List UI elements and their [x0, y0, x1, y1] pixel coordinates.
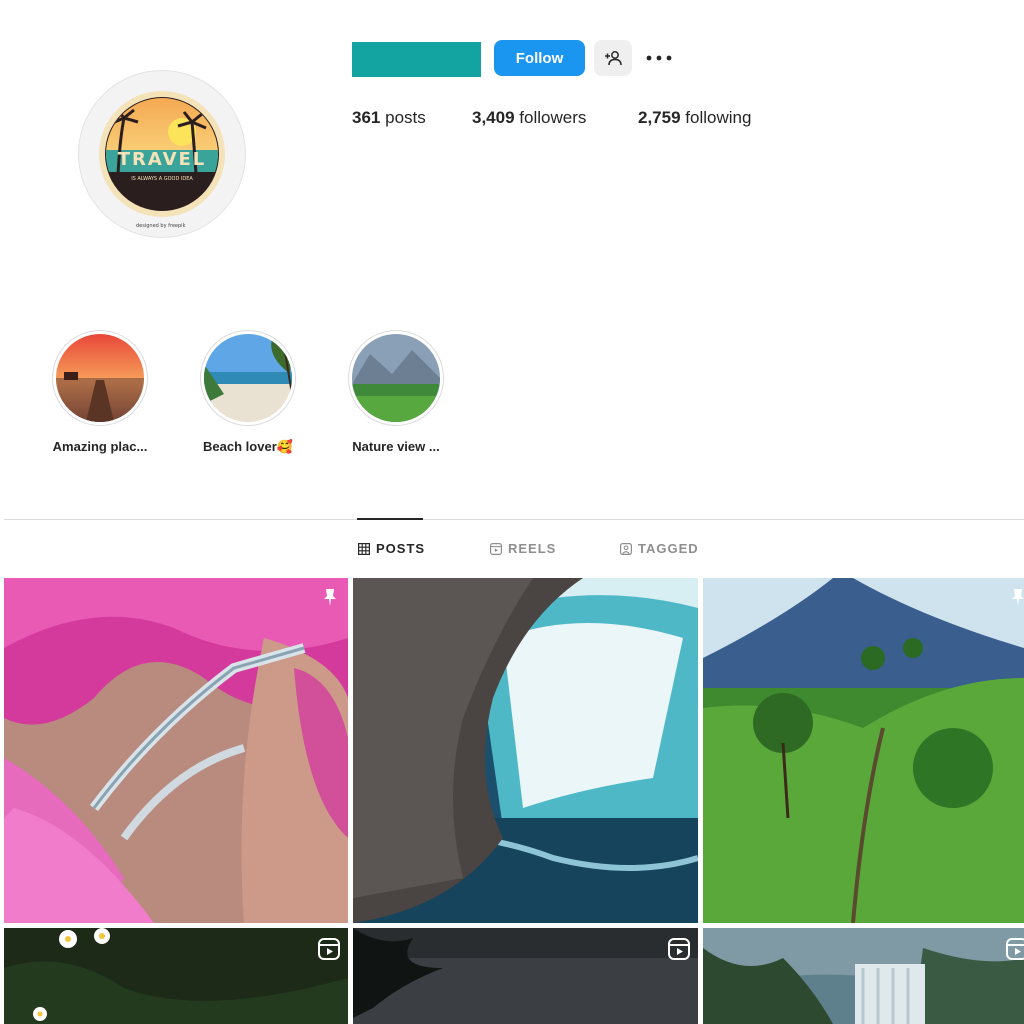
tab-tagged-label: TAGGED	[638, 541, 699, 556]
highlight-image	[204, 334, 292, 422]
highlight-amazing-places[interactable]: Amazing plac...	[50, 330, 150, 454]
highlight-label: Nature view ...	[352, 439, 440, 454]
tagged-icon	[620, 542, 632, 555]
highlight-image	[56, 334, 144, 422]
highlight-beach-lover[interactable]: Beach lover🥰	[198, 330, 298, 455]
post-tile-waterfall[interactable]	[353, 578, 698, 923]
highlight-ring	[52, 330, 148, 426]
following-count: 2,759	[638, 108, 681, 127]
tab-reels-label: REELS	[508, 541, 557, 556]
add-person-icon	[605, 51, 622, 66]
travel-logo-icon: TRAVEL IS ALWAYS A GOOD IDEA	[99, 91, 225, 217]
following-label: following	[685, 108, 752, 127]
profile-avatar[interactable]: TRAVEL IS ALWAYS A GOOD IDEA	[78, 70, 246, 238]
highlight-nature-view[interactable]: Nature view ...	[346, 330, 446, 454]
logo-text: TRAVEL	[118, 149, 207, 170]
follow-button[interactable]: Follow	[494, 40, 585, 76]
highlight-ring	[348, 330, 444, 426]
highlight-label: Amazing plac...	[52, 439, 148, 454]
highlight-label: Beach lover🥰	[203, 439, 293, 454]
logo-subtext: IS ALWAYS A GOOD IDEA	[131, 176, 193, 182]
more-dots-icon	[646, 55, 672, 61]
followers-count: 3,409	[472, 108, 515, 127]
post-tile-green-hill[interactable]	[703, 578, 1024, 923]
avatar-credit: designed by freepik	[136, 223, 186, 229]
post-tile-pink-cliff[interactable]	[4, 578, 348, 923]
reels-icon	[1006, 938, 1024, 960]
username-redacted	[352, 42, 481, 77]
posts-count: 361	[352, 108, 381, 127]
reels-icon	[318, 938, 340, 960]
tab-posts[interactable]: POSTS	[358, 541, 425, 556]
tab-posts-label: POSTS	[376, 541, 426, 556]
more-options-button[interactable]	[643, 43, 675, 73]
pin-icon	[1012, 589, 1024, 606]
posts-stat: 361 posts	[352, 108, 426, 128]
highlight-ring	[200, 330, 296, 426]
followers-stat[interactable]: 3,409 followers	[472, 108, 586, 128]
reels-icon	[668, 938, 690, 960]
tab-divider	[4, 519, 1024, 520]
suggested-users-button[interactable]	[594, 40, 632, 76]
tab-reels[interactable]: REELS	[490, 541, 556, 556]
followers-label: followers	[519, 108, 587, 127]
reels-icon	[490, 542, 502, 555]
tab-tagged[interactable]: TAGGED	[620, 541, 699, 556]
highlight-image	[352, 334, 440, 422]
pin-icon	[324, 589, 336, 606]
following-stat[interactable]: 2,759 following	[638, 108, 751, 128]
post-tile-misty-waterfall[interactable]	[703, 928, 1024, 1024]
posts-label: posts	[385, 108, 426, 127]
post-tile-daisies[interactable]	[4, 928, 348, 1024]
grid-icon	[358, 542, 370, 555]
post-tile-dark-lake[interactable]	[353, 928, 698, 1024]
active-tab-indicator	[357, 518, 423, 520]
